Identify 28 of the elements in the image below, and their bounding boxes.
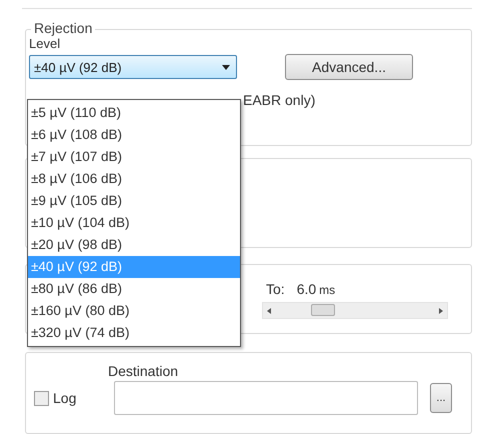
left-arrow-icon[interactable] [267,308,271,314]
right-arrow-icon[interactable] [439,308,443,314]
field-label: Level [29,36,62,51]
dropdown-option[interactable]: ±9 µV (105 dB) [28,190,240,212]
dropdown-option[interactable]: ±7 µV (107 dB) [28,146,240,168]
advanced-button[interactable]: Advanced... [285,54,413,80]
scrollbar[interactable] [262,302,448,319]
scroll-thumb[interactable] [311,304,335,316]
dropdown-option[interactable]: ±160 µV (80 dB) [28,300,240,322]
dropdown-option[interactable]: ±6 µV (108 dB) [28,124,240,146]
destination-field[interactable] [114,381,418,415]
field-label: Destination [108,363,180,379]
dropdown-option[interactable]: ±10 µV (104 dB) [28,212,240,234]
caret-icon [222,64,230,70]
level-dropdown[interactable]: ±40 µV (92 dB) [29,55,237,79]
dropdown-option[interactable]: ±5 µV (110 dB) [28,102,240,124]
dropdown-option[interactable]: ±80 µV (86 dB) [28,278,240,300]
field-label: To: [266,281,285,297]
dropdown-option[interactable]: ±320 µV (74 dB) [28,322,240,344]
unit-label: ms [319,282,336,297]
dropdown-option[interactable]: ±20 µV (98 dB) [28,234,240,256]
browse-button[interactable]: ... [430,383,452,413]
option-note: EABR only) [243,92,316,108]
log-checkbox[interactable] [34,390,49,406]
dropdown-option[interactable]: ±8 µV (106 dB) [28,168,240,190]
field-value: 6.0 [296,281,316,297]
checkbox-label: Log [53,390,76,406]
group-title: Rejection [31,20,96,36]
